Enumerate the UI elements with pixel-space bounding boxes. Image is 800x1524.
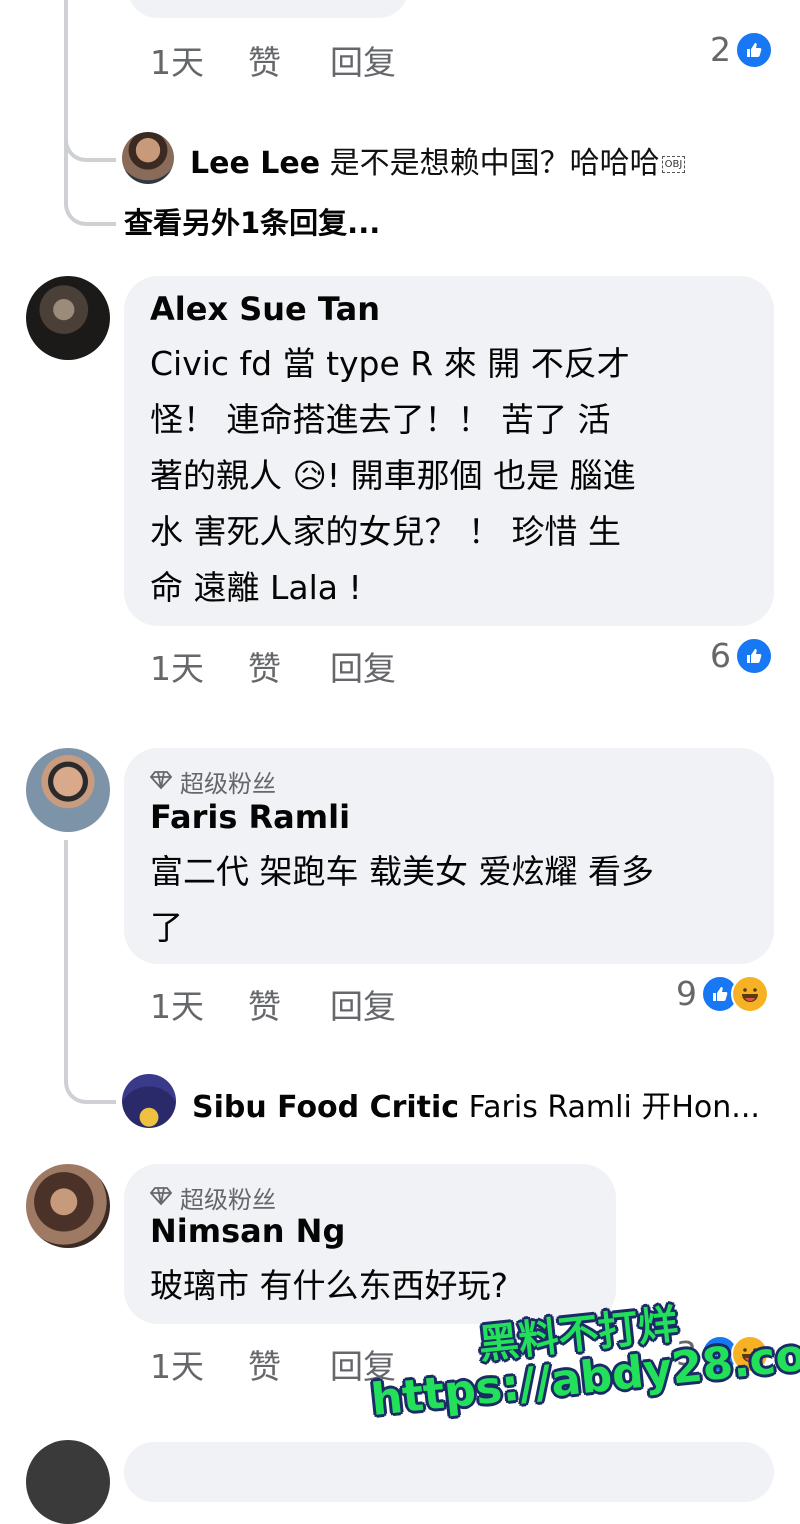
comment-bubble: 超级粉丝 Nimsan Ng 玻璃市 有什么东西好玩? xyxy=(124,1164,616,1324)
badge-label: 超级粉丝 xyxy=(180,1186,276,1214)
like-button[interactable]: 赞 xyxy=(248,36,330,84)
badge-label: 超级粉丝 xyxy=(180,770,276,798)
comment-bubble: 超级粉丝 Faris Ramli 富二代 架跑车 载美女 爱炫耀 看多 了 xyxy=(124,748,774,964)
avatar[interactable] xyxy=(26,748,110,832)
comment-text: 富二代 架跑车 载美女 爱炫耀 看多 了 xyxy=(150,844,760,956)
avatar[interactable] xyxy=(26,276,110,360)
reaction-summary[interactable]: 9 xyxy=(676,974,769,1013)
like-button[interactable]: 赞 xyxy=(248,980,330,1028)
comment-time: 1天 xyxy=(150,1347,204,1386)
comment-line: 富二代 架跑车 载美女 爱炫耀 看多 xyxy=(150,852,654,891)
avatar[interactable] xyxy=(26,1440,110,1524)
reply-author[interactable]: Lee Lee xyxy=(190,146,320,181)
reaction-summary[interactable]: 6 xyxy=(710,636,773,675)
comment-line: 怪！ 連命搭進去了！！ 苦了 活 xyxy=(150,400,611,439)
reply-author[interactable]: Sibu Food Critic xyxy=(192,1090,459,1125)
reply-connector xyxy=(64,150,116,226)
view-more-replies[interactable]: 查看另外1条回复... xyxy=(124,200,380,242)
comment-line: 著的親人 😥! 開車那個 也是 腦進 xyxy=(150,456,636,495)
comment-line: 水 害死人家的女兒？ ！ 珍惜 生 xyxy=(150,512,621,551)
reply-preview[interactable]: Sibu Food Critic Faris Ramli 开Hon... xyxy=(192,1082,760,1126)
diamond-icon xyxy=(149,768,173,796)
like-icon xyxy=(735,636,773,675)
thread-line xyxy=(64,840,68,1070)
diamond-icon xyxy=(149,1184,173,1212)
reaction-summary[interactable]: 2 xyxy=(710,30,773,69)
comment-actions: 1天 赞 回复 xyxy=(150,642,396,690)
comment-line: 了 xyxy=(150,908,183,947)
reply-button[interactable]: 回复 xyxy=(330,980,396,1028)
reaction-count: 6 xyxy=(710,636,731,675)
comment-bubble-partial xyxy=(124,1442,774,1502)
comment-author[interactable]: Alex Sue Tan xyxy=(150,290,380,328)
comment-bubble-partial xyxy=(128,0,408,18)
like-button[interactable]: 赞 xyxy=(248,1340,330,1388)
avatar[interactable] xyxy=(122,1074,176,1128)
comment-bubble: Alex Sue Tan Civic fd 當 type R 來 開 不反才 怪… xyxy=(124,276,774,626)
avatar[interactable] xyxy=(122,132,174,184)
obj-placeholder-icon: OBJ xyxy=(661,156,686,173)
comment-line: 命 遠離 Lala ! xyxy=(150,568,362,607)
like-icon xyxy=(735,30,773,69)
reply-connector xyxy=(64,1060,116,1104)
comment-actions: 1天 赞 回复 xyxy=(150,36,396,84)
like-button[interactable]: 赞 xyxy=(248,642,330,690)
reply-text: Faris Ramli 开Hon... xyxy=(468,1090,760,1125)
reply-preview[interactable]: Lee Lee 是不是想赖中国？哈哈哈 OBJ xyxy=(190,138,686,182)
reaction-count: 2 xyxy=(710,30,731,69)
haha-icon xyxy=(731,974,769,1013)
comment-author[interactable]: Nimsan Ng xyxy=(150,1212,345,1250)
top-fan-badge: 超级粉丝 xyxy=(149,764,276,799)
comment-time: 1天 xyxy=(150,987,204,1026)
reply-button[interactable]: 回复 xyxy=(330,36,396,84)
reaction-count: 9 xyxy=(676,974,697,1013)
comment-author[interactable]: Faris Ramli xyxy=(150,798,350,836)
comment-text: Civic fd 當 type R 來 開 不反才 怪！ 連命搭進去了！！ 苦了… xyxy=(150,336,760,616)
avatar[interactable] xyxy=(26,1164,110,1248)
comment-line: Civic fd 當 type R 來 開 不反才 xyxy=(150,344,630,383)
reply-button[interactable]: 回复 xyxy=(330,642,396,690)
comment-actions: 1天 赞 回复 xyxy=(150,1340,396,1388)
reply-text: 是不是想赖中国？哈哈哈 xyxy=(329,146,660,181)
comment-time: 1天 xyxy=(150,43,204,82)
comment-actions: 1天 赞 回复 xyxy=(150,980,396,1028)
top-fan-badge: 超级粉丝 xyxy=(149,1180,276,1215)
comment-time: 1天 xyxy=(150,649,204,688)
